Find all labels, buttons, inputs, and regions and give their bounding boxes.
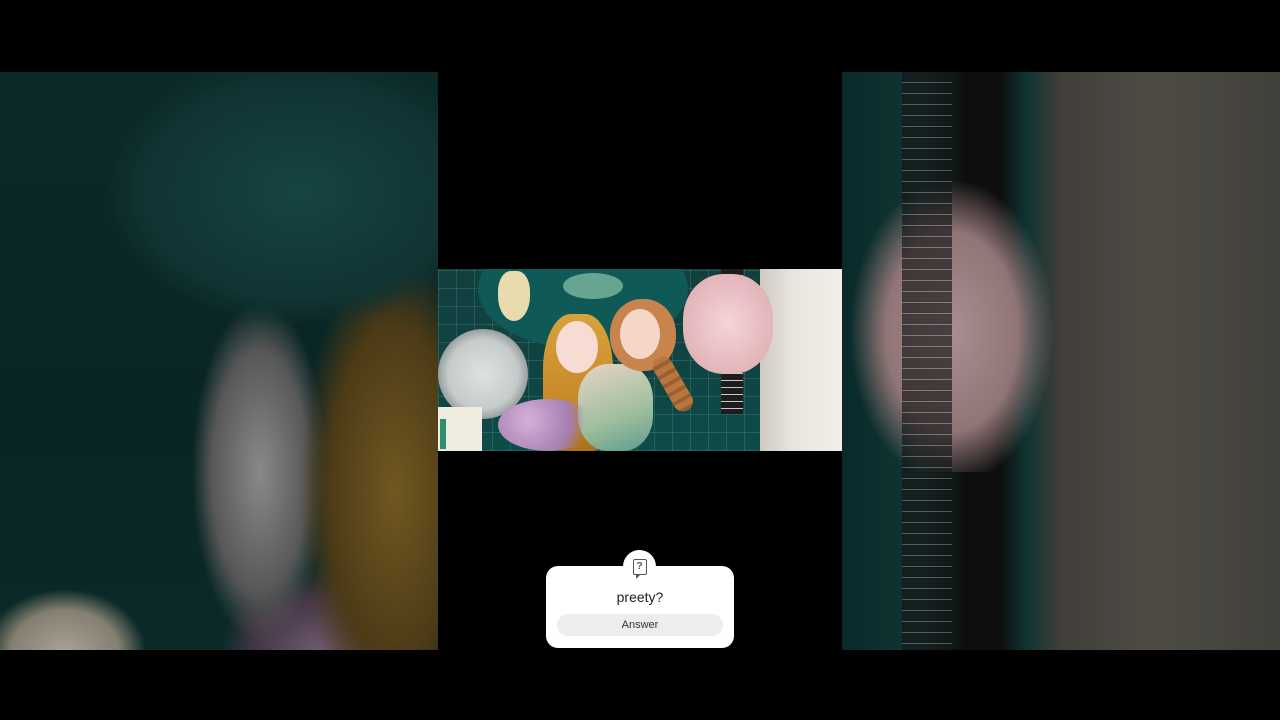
story-photo (438, 269, 842, 451)
blurred-background-right (842, 72, 1280, 650)
card-letter (440, 419, 446, 449)
question-mark-glyph: ? (632, 558, 647, 579)
cream-fabric (760, 269, 842, 451)
moth-print (498, 271, 530, 321)
dim-overlay (842, 72, 1280, 650)
leaf-print (563, 273, 623, 299)
beads (498, 399, 598, 451)
dim-overlay (0, 72, 438, 650)
question-box-icon: ? (623, 550, 656, 583)
blurred-background-left (0, 72, 438, 650)
sticker-question-text: preety? (616, 589, 664, 605)
doll-blonde-face (556, 321, 598, 373)
pink-doll-dress (683, 274, 773, 374)
doll-auburn-face (620, 309, 660, 359)
answer-button[interactable]: Answer (557, 614, 723, 636)
